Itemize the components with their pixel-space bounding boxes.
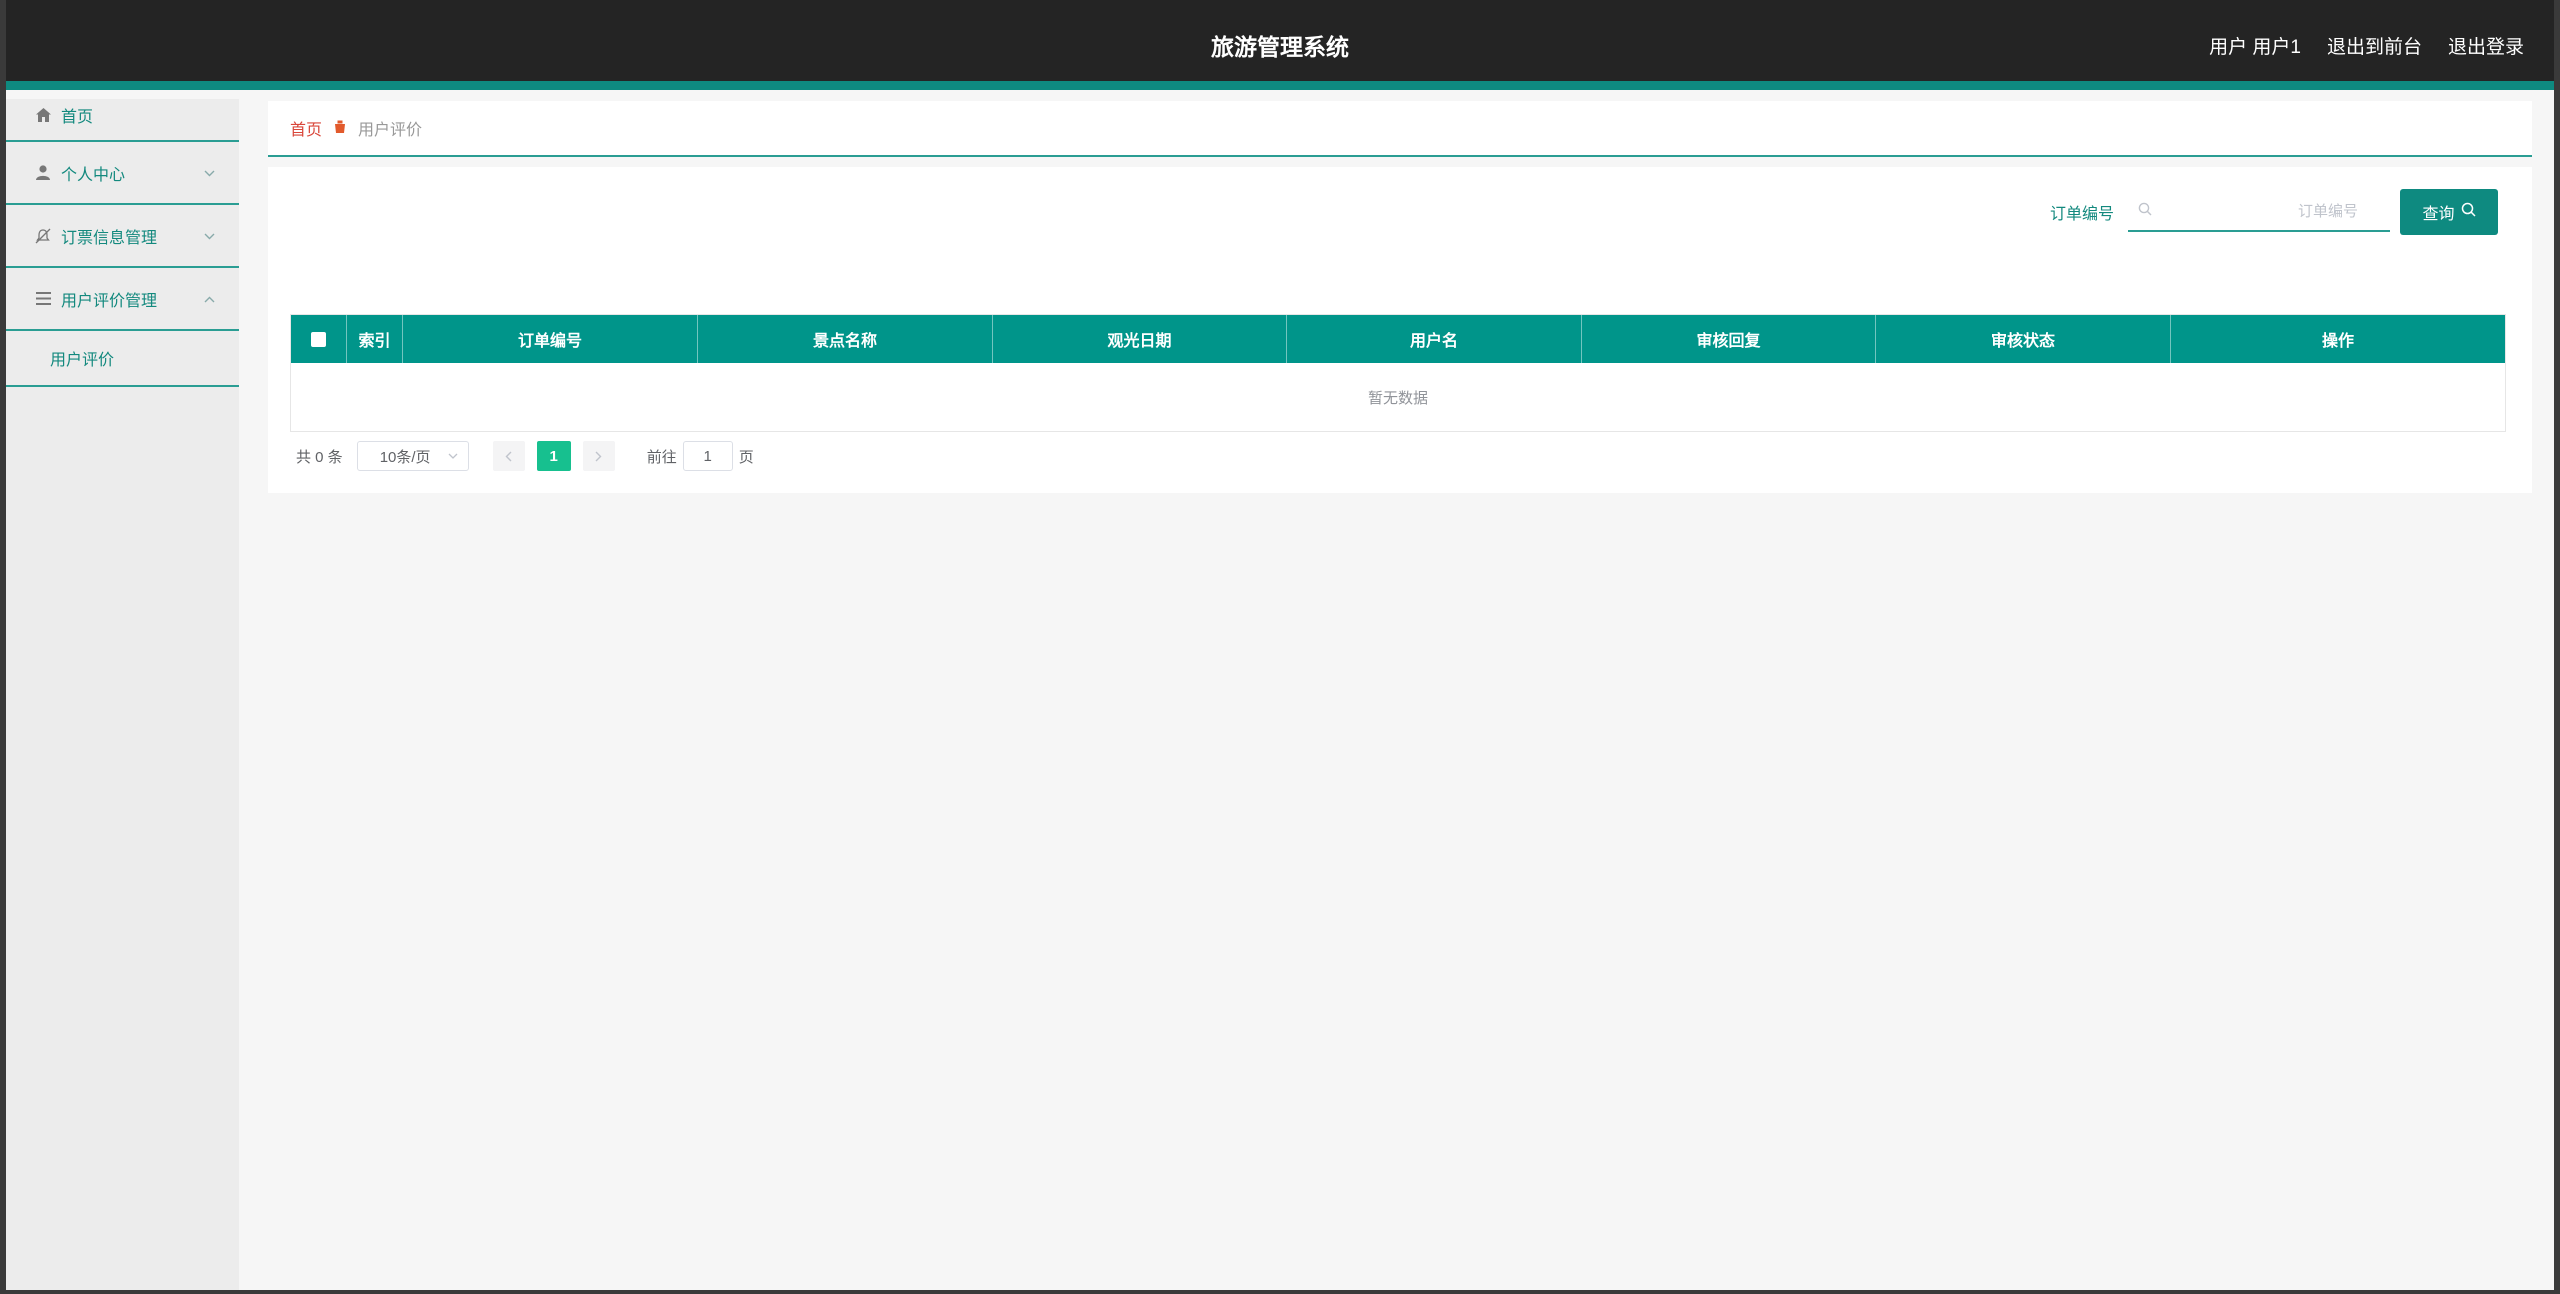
column-header: 用户名 <box>1287 315 1582 363</box>
search-form: 订单编号 查询 <box>2050 189 2498 235</box>
main-content: 首页 用户评价 订单编号 查询 <box>268 101 2532 493</box>
app-title: 旅游管理系统 <box>1211 34 1349 60</box>
sidebar-item-home[interactable]: 首页 <box>6 99 239 142</box>
column-header: 审核回复 <box>1582 315 1876 363</box>
page-number-active[interactable]: 1 <box>536 441 571 471</box>
goto-label: 前往 <box>646 448 677 466</box>
column-header: 索引 <box>347 315 403 363</box>
sidebar-item-reviews[interactable]: 用户评价管理 <box>6 268 239 331</box>
select-all-checkbox[interactable] <box>311 331 326 347</box>
query-button[interactable]: 查询 <box>2400 189 2498 235</box>
total-count: 共 0 条 <box>296 448 343 466</box>
table-header: 索引 订单编号 景点名称 观光日期 用户名 审核回复 审核状态 操作 <box>291 315 2505 363</box>
order-number-input[interactable] <box>2128 192 2390 230</box>
breadcrumb: 首页 用户评价 <box>268 101 2532 157</box>
content-panel: 订单编号 查询 <box>268 167 2532 493</box>
column-header: 操作 <box>2321 333 2354 350</box>
top-navbar: 旅游管理系统 用户 用户1 退出到前台 退出登录 <box>6 0 2554 90</box>
chevron-down-icon <box>448 450 458 462</box>
page-size-select[interactable]: 10条/页 <box>356 441 469 471</box>
sidebar-item-label: 首页 <box>61 108 94 126</box>
current-user-label[interactable]: 用户 用户1 <box>2209 32 2301 59</box>
reviews-table: 索引 订单编号 景点名称 观光日期 用户名 审核回复 审核状态 操作 暂无数据 <box>290 314 2506 432</box>
breadcrumb-separator-icon <box>334 120 346 136</box>
chevron-right-icon <box>595 451 602 461</box>
sidebar-item-label: 订票信息管理 <box>61 229 158 247</box>
sidebar-item-booking[interactable]: 订票信息管理 <box>6 205 239 268</box>
sidebar-subitem-user-review[interactable]: 用户评价 <box>6 331 239 387</box>
search-label: 订单编号 <box>2049 206 2114 223</box>
breadcrumb-current: 用户评价 <box>358 122 423 139</box>
app-window: 旅游管理系统 用户 用户1 退出到前台 退出登录 首页 个人中心 订票信息管理 … <box>6 0 2554 1290</box>
select-all-cell <box>291 315 347 363</box>
pagination: 共 0 条 10条/页 1 前往 1 页 <box>296 441 754 471</box>
column-header: 观光日期 <box>993 315 1287 363</box>
chevron-up-icon <box>204 291 215 306</box>
breadcrumb-home[interactable]: 首页 <box>290 116 322 140</box>
column-header: 景点名称 <box>698 315 993 363</box>
sidebar-item-profile[interactable]: 个人中心 <box>6 142 239 205</box>
back-to-front-link[interactable]: 退出到前台 <box>2327 32 2422 59</box>
home-icon <box>34 106 52 124</box>
column-header: 审核状态 <box>1876 315 2171 363</box>
order-number-search <box>2128 192 2390 232</box>
query-button-label: 查询 <box>2422 206 2455 223</box>
top-nav-actions: 用户 用户1 退出到前台 退出登录 <box>2209 32 2524 59</box>
page-size-value: 10条/页 <box>379 448 431 466</box>
sidebar: 首页 个人中心 订票信息管理 用户评价管理 用户评价 <box>6 99 239 1290</box>
sidebar-item-label: 用户评价管理 <box>61 292 158 310</box>
search-icon <box>2461 202 2476 222</box>
sidebar-item-label: 个人中心 <box>61 166 126 184</box>
bell-off-icon <box>34 227 52 245</box>
next-page-button[interactable] <box>582 441 615 471</box>
goto-page-input[interactable]: 1 <box>682 441 733 471</box>
page-suffix: 页 <box>738 448 754 466</box>
column-header: 订单编号 <box>403 315 698 363</box>
logout-link[interactable]: 退出登录 <box>2448 32 2524 59</box>
chevron-left-icon <box>505 451 512 461</box>
table-empty-text: 暂无数据 <box>1367 389 1428 407</box>
chevron-down-icon <box>204 228 215 243</box>
prev-page-button[interactable] <box>492 441 525 471</box>
user-icon <box>34 164 52 182</box>
menu-icon <box>34 290 52 308</box>
search-icon <box>2138 202 2152 220</box>
chevron-down-icon <box>204 165 215 180</box>
